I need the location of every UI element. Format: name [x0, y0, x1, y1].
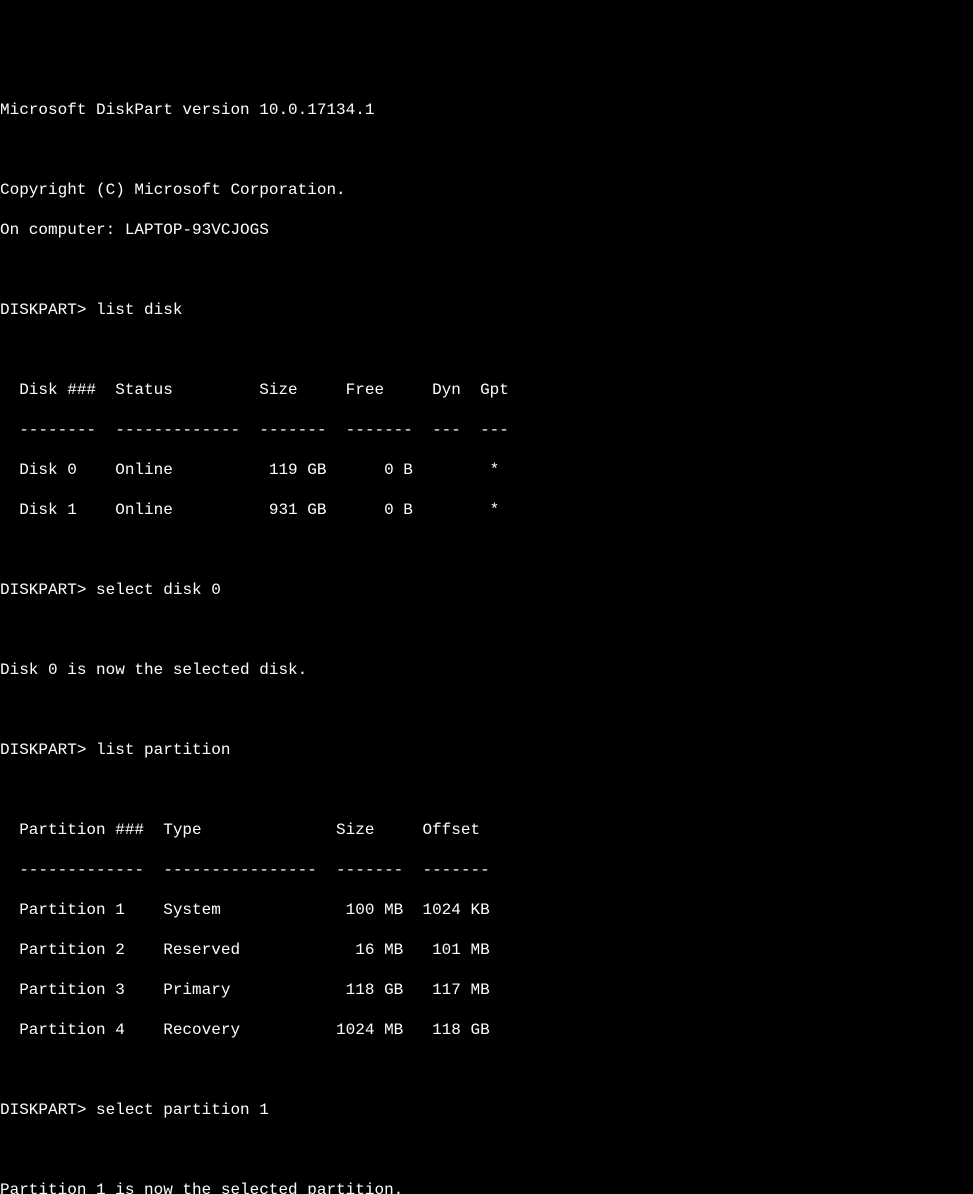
disk-table-row: Disk 1 Online 931 GB 0 B *: [0, 500, 973, 520]
blank-line: [0, 1060, 973, 1080]
command-select-disk: select disk 0: [96, 581, 221, 599]
computer-line: On computer: LAPTOP-93VCJOGS: [0, 220, 973, 240]
blank-line: [0, 140, 973, 160]
blank-line: [0, 780, 973, 800]
command-list-partition: list partition: [96, 741, 230, 759]
partition-table-row: Partition 4 Recovery 1024 MB 118 GB: [0, 1020, 973, 1040]
blank-line: [0, 1140, 973, 1160]
blank-line: [0, 620, 973, 640]
version-line: Microsoft DiskPart version 10.0.17134.1: [0, 100, 973, 120]
partition-table-header: Partition ### Type Size Offset: [0, 820, 973, 840]
command-list-disk: list disk: [96, 301, 182, 319]
prompt: DISKPART>: [0, 741, 86, 759]
terminal-output[interactable]: Microsoft DiskPart version 10.0.17134.1 …: [0, 80, 973, 1194]
blank-line: [0, 260, 973, 280]
blank-line: [0, 700, 973, 720]
disk-table-divider: -------- ------------- ------- ------- -…: [0, 420, 973, 440]
partition-table-row: Partition 3 Primary 118 GB 117 MB: [0, 980, 973, 1000]
disk-table-row: Disk 0 Online 119 GB 0 B *: [0, 460, 973, 480]
blank-line: [0, 340, 973, 360]
prompt: DISKPART>: [0, 301, 86, 319]
disk-table-header: Disk ### Status Size Free Dyn Gpt: [0, 380, 973, 400]
message-disk-selected: Disk 0 is now the selected disk.: [0, 660, 973, 680]
message-partition-selected: Partition 1 is now the selected partitio…: [0, 1180, 973, 1194]
partition-table-row: Partition 1 System 100 MB 1024 KB: [0, 900, 973, 920]
command-select-partition: select partition 1: [96, 1101, 269, 1119]
blank-line: [0, 540, 973, 560]
prompt: DISKPART>: [0, 581, 86, 599]
prompt: DISKPART>: [0, 1101, 86, 1119]
command-line: DISKPART> list disk: [0, 300, 973, 320]
partition-table-row: Partition 2 Reserved 16 MB 101 MB: [0, 940, 973, 960]
command-line: DISKPART> select partition 1: [0, 1100, 973, 1120]
command-line: DISKPART> list partition: [0, 740, 973, 760]
copyright-line: Copyright (C) Microsoft Corporation.: [0, 180, 973, 200]
command-line: DISKPART> select disk 0: [0, 580, 973, 600]
partition-table-divider: ------------- ---------------- ------- -…: [0, 860, 973, 880]
